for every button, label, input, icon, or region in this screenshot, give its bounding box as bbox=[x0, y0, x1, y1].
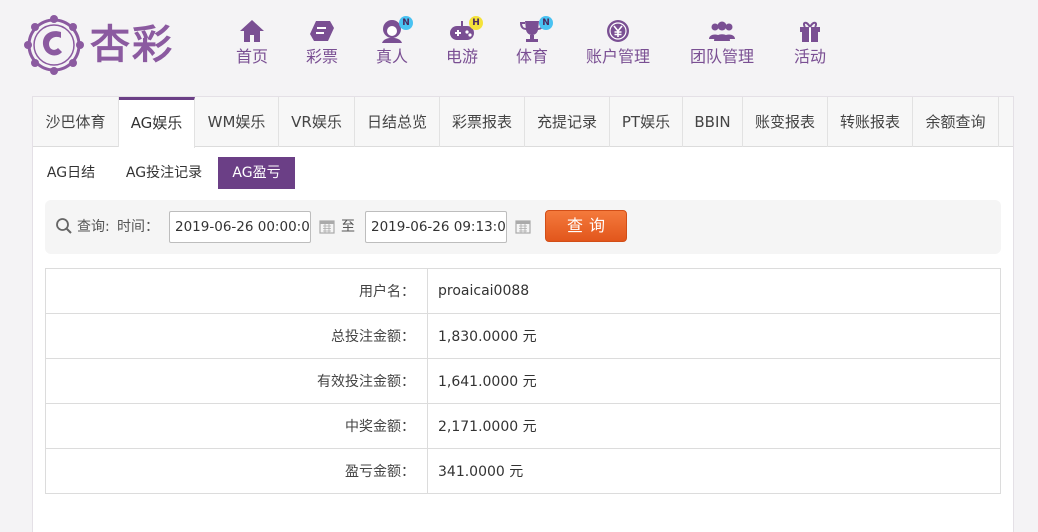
subtab-ag-bet-records[interactable]: AG投注记录 bbox=[119, 157, 209, 189]
nav-item-sports[interactable]: N 体育 bbox=[504, 16, 560, 74]
nav-item-lottery[interactable]: 彩票 bbox=[294, 18, 350, 74]
table-row: 用户名： proaicai0088 bbox=[45, 268, 1001, 314]
home-icon bbox=[240, 20, 264, 42]
new-badge: N bbox=[399, 16, 413, 30]
gift-icon bbox=[800, 21, 820, 42]
tab-vr-entertainment[interactable]: VR娱乐 bbox=[279, 97, 355, 147]
logo-text: 杏彩 bbox=[90, 21, 174, 68]
tab-lottery-report[interactable]: 彩票报表 bbox=[440, 97, 525, 147]
nav-item-live[interactable]: N 真人 bbox=[364, 16, 420, 74]
nav-item-team[interactable]: 团队管理 bbox=[686, 18, 758, 74]
site-header: 杏彩 首页 彩票 N 真人 H 电游 N 体育 账户管理 团队管理 活动 bbox=[0, 0, 1038, 90]
end-time-input[interactable] bbox=[365, 211, 507, 243]
subtab-ag-daily[interactable]: AG日结 bbox=[45, 157, 97, 189]
tab-daily-overview[interactable]: 日结总览 bbox=[355, 97, 440, 147]
hot-badge: H bbox=[469, 16, 483, 30]
nav-item-account[interactable]: 账户管理 bbox=[582, 18, 654, 74]
winnings-value: 2,171.0000 元 bbox=[427, 403, 1001, 449]
nav-item-promotions[interactable]: 活动 bbox=[782, 18, 838, 74]
tab-ag-entertainment[interactable]: AG娱乐 bbox=[119, 97, 195, 148]
tab-wm-entertainment[interactable]: WM娱乐 bbox=[195, 97, 279, 147]
logo-flower-icon bbox=[24, 15, 84, 75]
table-row: 盈亏金额： 341.0000 元 bbox=[45, 448, 1001, 494]
calendar-icon[interactable] bbox=[515, 218, 531, 234]
start-time-input[interactable] bbox=[169, 211, 311, 243]
search-bar: 查询: 时间： 至 查询 bbox=[45, 200, 1001, 254]
report-tabs: 沙巴体育 AG娱乐 WM娱乐 VR娱乐 日结总览 彩票报表 充提记录 PT娱乐 … bbox=[33, 97, 1013, 148]
time-label: 时间： bbox=[117, 219, 159, 235]
tab-bbin[interactable]: BBIN bbox=[683, 97, 743, 147]
lottery-ticket-icon bbox=[310, 21, 334, 41]
tab-deposit-withdraw[interactable]: 充提记录 bbox=[525, 97, 610, 147]
total-bet-value: 1,830.0000 元 bbox=[427, 313, 1001, 359]
table-row: 有效投注金额： 1,641.0000 元 bbox=[45, 358, 1001, 404]
site-logo[interactable]: 杏彩 bbox=[24, 14, 184, 76]
username-label: 用户名： bbox=[45, 268, 428, 314]
profit-loss-summary-table: 用户名： proaicai0088 总投注金额： 1,830.0000 元 有效… bbox=[45, 268, 1001, 494]
new-badge: N bbox=[539, 16, 553, 30]
table-row: 总投注金额： 1,830.0000 元 bbox=[45, 313, 1001, 359]
report-panel: 沙巴体育 AG娱乐 WM娱乐 VR娱乐 日结总览 彩票报表 充提记录 PT娱乐 … bbox=[32, 96, 1014, 532]
profit-loss-label: 盈亏金额： bbox=[45, 448, 428, 494]
total-bet-label: 总投注金额： bbox=[45, 313, 428, 359]
yen-coin-icon bbox=[607, 20, 629, 42]
team-icon bbox=[709, 21, 735, 41]
nav-item-home[interactable]: 首页 bbox=[224, 18, 280, 74]
subtab-ag-profit-loss[interactable]: AG盈亏 bbox=[218, 157, 295, 189]
tab-transfer-report[interactable]: 转账报表 bbox=[828, 97, 913, 147]
nav-item-egames[interactable]: H 电游 bbox=[434, 16, 490, 74]
winnings-label: 中奖金额： bbox=[45, 403, 428, 449]
table-row: 中奖金额： 2,171.0000 元 bbox=[45, 403, 1001, 449]
query-button[interactable]: 查询 bbox=[545, 210, 627, 242]
calendar-icon[interactable] bbox=[319, 218, 335, 234]
tab-pt-entertainment[interactable]: PT娱乐 bbox=[610, 97, 683, 147]
valid-bet-label: 有效投注金额： bbox=[45, 358, 428, 404]
profit-loss-value: 341.0000 元 bbox=[427, 448, 1001, 494]
valid-bet-value: 1,641.0000 元 bbox=[427, 358, 1001, 404]
query-label: 查询: bbox=[77, 219, 110, 235]
tab-balance-change[interactable]: 账变报表 bbox=[743, 97, 828, 147]
tab-balance-query[interactable]: 余额查询 bbox=[913, 97, 999, 147]
username-value: proaicai0088 bbox=[427, 268, 1001, 314]
search-icon bbox=[56, 218, 72, 234]
tab-saba-sports[interactable]: 沙巴体育 bbox=[33, 97, 119, 147]
to-label: 至 bbox=[341, 219, 355, 235]
